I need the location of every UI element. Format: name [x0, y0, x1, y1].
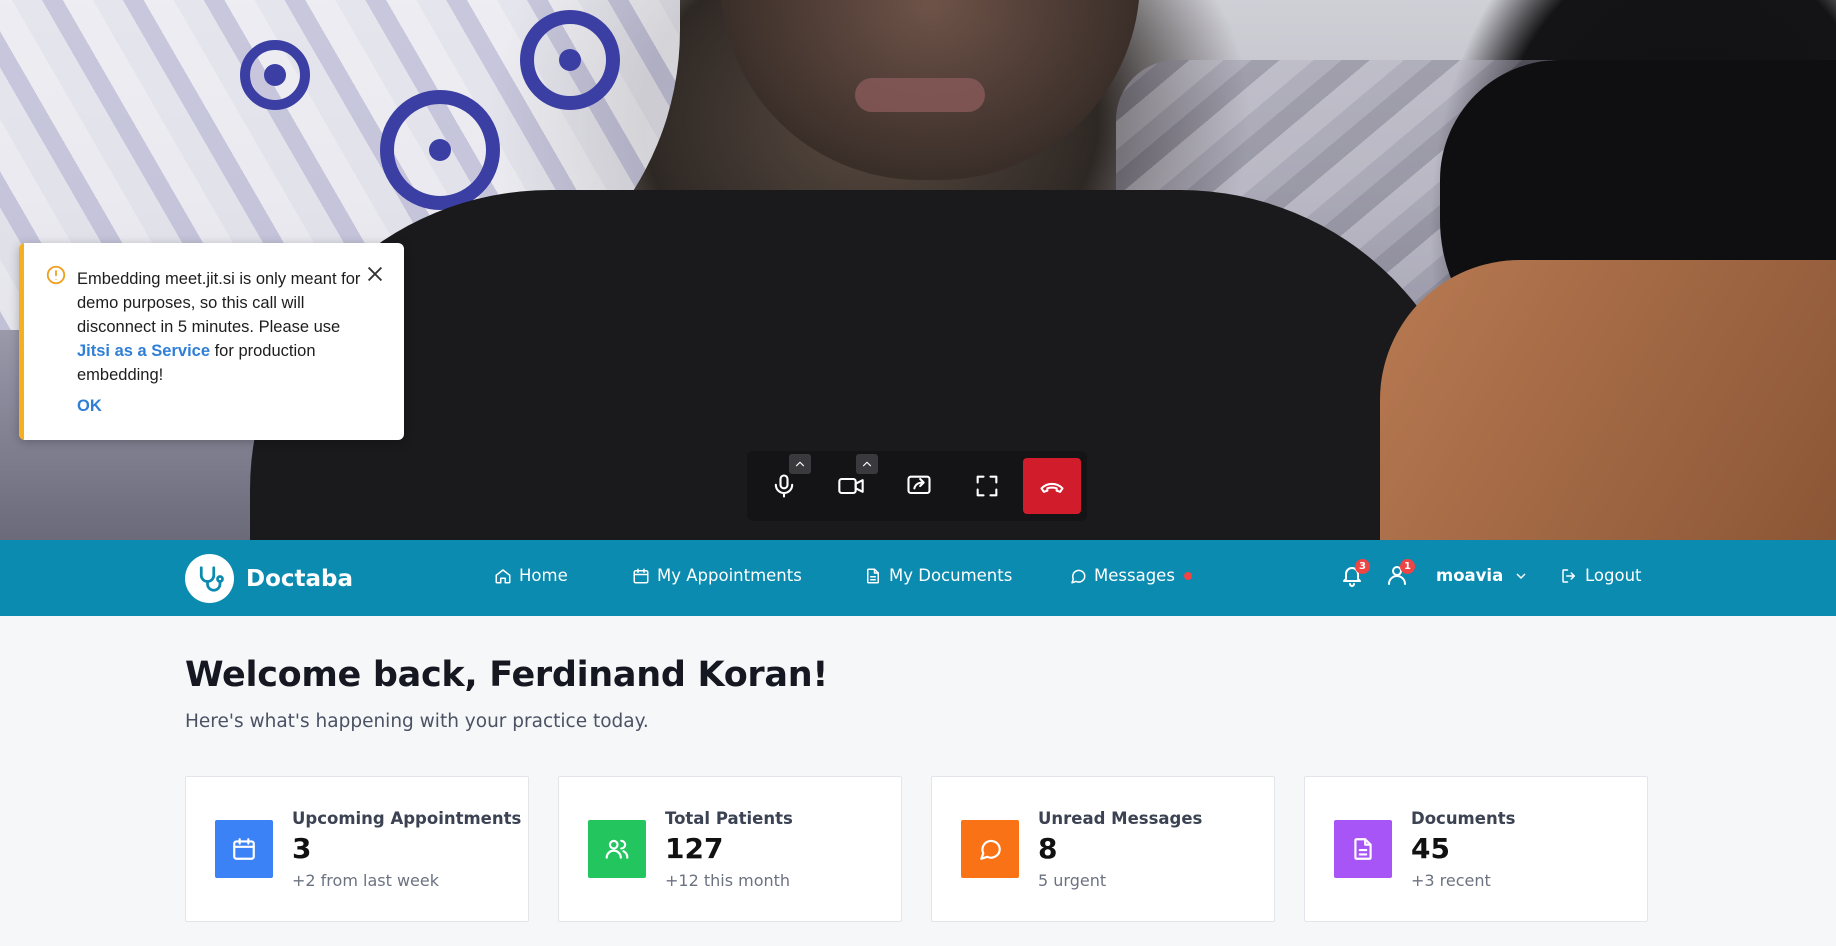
- document-icon: [1334, 820, 1392, 878]
- warning-accent-bar: [19, 243, 24, 440]
- stat-subtext: 5 urgent: [1038, 871, 1107, 890]
- warning-icon: [45, 264, 67, 286]
- notifications-badge: 3: [1355, 559, 1370, 574]
- document-icon: [867, 568, 879, 583]
- share-screen-icon: [907, 475, 931, 495]
- nav-my-documents[interactable]: My Documents: [864, 566, 1012, 585]
- close-notification-button[interactable]: [364, 263, 386, 285]
- stat-value: 45: [1411, 832, 1450, 865]
- video-options-button[interactable]: [856, 454, 879, 474]
- nav-home-label: Home: [519, 566, 568, 585]
- stat-value: 3: [292, 832, 312, 865]
- pillow-pattern: [520, 10, 620, 110]
- stat-label: Upcoming Appointments: [292, 809, 522, 828]
- logout-label: Logout: [1585, 566, 1642, 585]
- user-requests-badge: 1: [1400, 559, 1415, 574]
- notification-message: Embedding meet.jit.si is only meant for …: [77, 267, 367, 387]
- stat-label: Unread Messages: [1038, 809, 1203, 828]
- audio-options-button[interactable]: [788, 454, 811, 474]
- share-screen-button[interactable]: [888, 458, 950, 514]
- hangup-icon: [1040, 482, 1064, 493]
- page-title: Welcome back, Ferdinand Koran!: [185, 655, 828, 695]
- calendar-icon: [215, 820, 273, 878]
- participant-body: [1380, 260, 1836, 540]
- stat-subtext: +3 recent: [1411, 871, 1491, 890]
- home-icon: [495, 568, 511, 583]
- participant-face: [855, 78, 985, 112]
- nav-messages-label: Messages: [1094, 566, 1175, 585]
- stat-card-unread-messages: Unread Messages 8 5 urgent: [931, 776, 1275, 922]
- page-subtitle: Here's what's happening with your practi…: [185, 711, 649, 732]
- nav-my-documents-label: My Documents: [889, 566, 1013, 585]
- close-icon: [367, 266, 383, 282]
- logout-button[interactable]: Logout: [1560, 566, 1642, 585]
- stat-value: 127: [665, 832, 724, 865]
- calendar-icon: [633, 568, 649, 583]
- notifications-button[interactable]: 3: [1340, 559, 1370, 591]
- stat-card-total-patients: Total Patients 127 +12 this month: [558, 776, 902, 922]
- chat-icon: [961, 820, 1019, 878]
- microphone-icon: [774, 474, 794, 498]
- stat-label: Total Patients: [665, 809, 793, 828]
- chat-icon: [1071, 569, 1086, 583]
- hangup-button[interactable]: [1023, 458, 1081, 514]
- user-requests-button[interactable]: 1: [1385, 559, 1415, 591]
- users-icon: [588, 820, 646, 878]
- chevron-down-icon: [1516, 572, 1526, 579]
- unread-dot: [1183, 571, 1192, 580]
- brand-name: Doctaba: [246, 565, 354, 592]
- stat-card-documents: Documents 45 +3 recent: [1304, 776, 1648, 922]
- pillow-pattern: [380, 90, 500, 210]
- nav-home[interactable]: Home: [494, 566, 568, 585]
- ok-button[interactable]: OK: [77, 397, 102, 416]
- user-menu-dropdown[interactable]: moavia: [1436, 566, 1529, 585]
- stat-card-upcoming-appointments: Upcoming Appointments 3 +2 from last wee…: [185, 776, 529, 922]
- camera-button[interactable]: [821, 454, 883, 514]
- stat-subtext: +2 from last week: [292, 871, 439, 890]
- stat-label: Documents: [1411, 809, 1516, 828]
- fullscreen-icon: [976, 475, 997, 497]
- top-navbar: Doctaba Home My Appointments My Document…: [0, 540, 1836, 616]
- brand-link[interactable]: Doctaba: [185, 554, 353, 603]
- demo-warning-notification: Embedding meet.jit.si is only meant for …: [19, 243, 404, 440]
- nav-my-appointments-label: My Appointments: [657, 566, 802, 585]
- call-toolbar: [747, 451, 1087, 521]
- fullscreen-button[interactable]: [956, 458, 1018, 514]
- stethoscope-icon: [185, 554, 234, 603]
- chevron-up-icon: [795, 461, 804, 467]
- chevron-up-icon: [863, 461, 872, 467]
- jitsi-service-link[interactable]: Jitsi as a Service: [77, 342, 210, 360]
- mute-button[interactable]: [753, 454, 815, 514]
- stat-subtext: +12 this month: [665, 871, 791, 890]
- logout-icon: [1562, 568, 1575, 583]
- camera-icon: [838, 477, 865, 495]
- notification-text: Embedding meet.jit.si is only meant for …: [77, 270, 361, 336]
- username: moavia: [1436, 566, 1504, 585]
- nav-messages[interactable]: Messages: [1069, 566, 1192, 585]
- nav-my-appointments[interactable]: My Appointments: [632, 566, 802, 585]
- stat-value: 8: [1038, 832, 1058, 865]
- pillow-pattern: [240, 40, 310, 110]
